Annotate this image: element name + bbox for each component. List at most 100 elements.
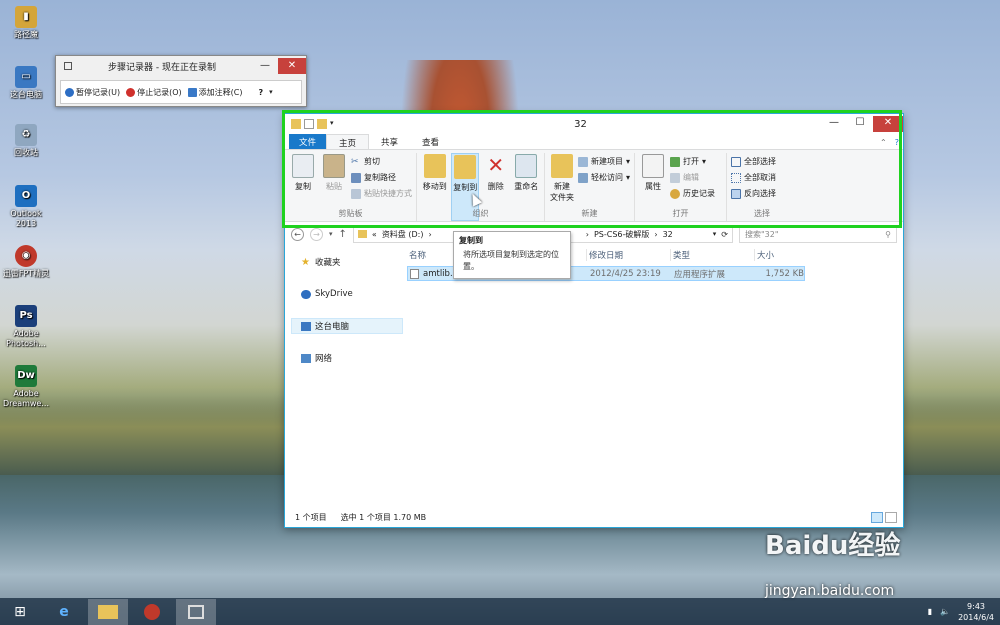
open-icon [670, 156, 680, 167]
tab-file[interactable]: 文件 [289, 134, 327, 149]
nav-item-network[interactable]: 网络 [285, 350, 403, 366]
recycle-bin-icon: ♻ [15, 124, 37, 146]
breadcrumb-separator: › [428, 229, 432, 239]
properties-label: 属性 [645, 182, 661, 191]
forward-button[interactable]: → [310, 227, 323, 241]
selection-info: 选中 1 个项目 1.70 MB [340, 512, 427, 522]
copy-path-icon [351, 172, 361, 183]
refresh-button[interactable]: ⟳ [721, 230, 728, 239]
rename-icon [515, 154, 538, 178]
item-count: 1 个项目 [295, 512, 327, 522]
taskbar-steps-recorder[interactable] [176, 598, 216, 625]
select-none-button[interactable]: 全部取消 [731, 171, 776, 184]
explorer-titlebar[interactable]: ▾ 32 — ☐ ✕ [285, 114, 903, 134]
search-input[interactable]: 搜索"32" ⚲ [739, 225, 897, 243]
computer-icon [301, 321, 311, 331]
breadcrumb-folder[interactable]: PS-CS6-破解版 [594, 229, 649, 240]
taskbar-ie[interactable]: e [44, 599, 84, 625]
large-icons-view-button[interactable] [885, 511, 897, 523]
breadcrumb-current[interactable]: 32 [663, 230, 673, 239]
open-button[interactable]: 打开 ▾ [670, 155, 715, 168]
properties-icon[interactable] [304, 119, 314, 129]
tab-view[interactable]: 查看 [410, 134, 451, 149]
close-button[interactable]: ✕ [873, 116, 903, 132]
details-view-button[interactable] [871, 511, 883, 523]
maximize-button[interactable]: ☐ [847, 116, 873, 132]
select-group: 全部选择 全部取消 反向选择 选择 [727, 153, 797, 221]
column-date[interactable]: 修改日期 [587, 249, 671, 261]
taskbar-app[interactable] [132, 599, 172, 625]
up-button[interactable]: ↑ [339, 229, 347, 240]
file-type: 应用程序扩展 [674, 269, 726, 280]
desktop-icon-photoshop[interactable]: Ps Adobe Photosh... [2, 305, 50, 349]
photoshop-icon: Ps [15, 305, 37, 327]
view-switcher [871, 511, 897, 523]
desktop-icon-recycle-bin[interactable]: ♻ 回收站 [2, 124, 50, 158]
invert-selection-button[interactable]: 反向选择 [731, 187, 776, 200]
cut-button[interactable]: ✂ 剪切 [351, 155, 412, 168]
back-button[interactable]: ← [291, 227, 304, 241]
folder-icon [291, 119, 301, 129]
pause-record-button[interactable]: 暂停记录(U) [65, 87, 120, 98]
ribbon-tabs: 文件 主页 共享 查看 ⌃ ? [285, 134, 903, 150]
chevron-down-icon[interactable]: ▾ [330, 119, 340, 129]
collapse-ribbon-icon[interactable]: ⌃ [876, 138, 891, 149]
network-tray-icon[interactable]: ▮ [928, 607, 932, 616]
address-dropdown-icon[interactable]: ▾ [713, 230, 717, 238]
pause-record-label: 暂停记录(U) [76, 87, 121, 97]
history-icon [670, 188, 680, 199]
new-folder-icon[interactable] [317, 119, 327, 129]
nav-item-this-pc[interactable]: 这台电脑 [291, 318, 403, 334]
select-all-button[interactable]: 全部选择 [731, 155, 776, 168]
volume-icon[interactable]: 🔈 [940, 607, 950, 616]
breadcrumb-drive[interactable]: 资料盘 (D:) [382, 229, 424, 240]
new-item-button[interactable]: 新建项目 ▾ [577, 155, 630, 168]
desktop-icon-outlook[interactable]: O Outlook 2013 [2, 185, 50, 229]
copy-path-label: 复制路径 [364, 173, 396, 182]
column-size[interactable]: 大小 [755, 249, 805, 261]
nav-item-skydrive[interactable]: SkyDrive [285, 286, 403, 302]
add-comment-button[interactable]: 添加注释(C) [187, 87, 242, 98]
close-button[interactable]: ✕ [278, 58, 306, 74]
chevron-down-icon[interactable]: ▾ [269, 88, 273, 96]
recent-locations-icon[interactable]: ▾ [329, 230, 333, 238]
desktop-icon-label: Adobe Dreamwe... [3, 389, 49, 408]
minimize-button[interactable]: — [821, 116, 847, 132]
stop-record-button[interactable]: 停止记录(O) [126, 87, 182, 98]
breadcrumb-separator: › [654, 229, 658, 239]
desktop-icon-label: 回收站 [14, 148, 38, 157]
desktop-icon-dreamweaver[interactable]: Dw Adobe Dreamwe... [2, 365, 50, 409]
psr-titlebar[interactable]: 步骤记录器 - 现在正在录制 — ✕ [56, 56, 306, 76]
paste-shortcut-button[interactable]: 粘贴快捷方式 [351, 187, 412, 200]
copy-path-button[interactable]: 复制路径 [351, 171, 412, 184]
column-type[interactable]: 类型 [671, 249, 755, 261]
rename-label: 重命名 [514, 182, 539, 191]
desktop-icon-this-pc[interactable]: ▭ 这台电脑 [2, 66, 50, 100]
clipboard-group-label: 剪贴板 [338, 209, 363, 218]
psr-title: 步骤记录器 - 现在正在录制 [108, 62, 216, 73]
help-button[interactable]: ? [258, 88, 263, 97]
clock[interactable]: 9:43 2014/6/4 [958, 601, 994, 623]
desktop-icon-label: 迅雷FPT精灵 [2, 269, 50, 278]
app-icon [144, 603, 160, 620]
help-icon[interactable]: ? [891, 138, 903, 149]
chevron-down-icon: ▾ [625, 173, 630, 182]
navigation-pane: ★ 收藏夹 SkyDrive 这台电脑 网络 [285, 246, 403, 518]
chevron-down-icon: ▾ [702, 157, 707, 166]
history-button[interactable]: 历史记录 [670, 187, 715, 200]
tab-share[interactable]: 共享 [369, 134, 410, 149]
start-button[interactable]: ⊞ [0, 599, 40, 625]
breadcrumb-overflow[interactable]: « [372, 230, 377, 239]
nav-item-favorites[interactable]: ★ 收藏夹 [285, 254, 403, 270]
desktop-icon-ftp[interactable]: ◉ 迅雷FPT精灵 [2, 245, 50, 279]
copy-icon [292, 154, 314, 178]
tab-home[interactable]: 主页 [326, 134, 370, 149]
invert-selection-icon [731, 188, 741, 199]
minimize-button[interactable]: — [252, 58, 278, 74]
nav-label: 这台电脑 [315, 322, 350, 332]
taskbar-explorer[interactable] [88, 598, 128, 625]
desktop-icon-folder[interactable]: ▮ 路径魔 [2, 6, 50, 40]
easy-access-button[interactable]: 轻松访问 ▾ [577, 171, 630, 184]
edit-button[interactable]: 编辑 [670, 171, 715, 184]
folder-icon [357, 230, 367, 238]
